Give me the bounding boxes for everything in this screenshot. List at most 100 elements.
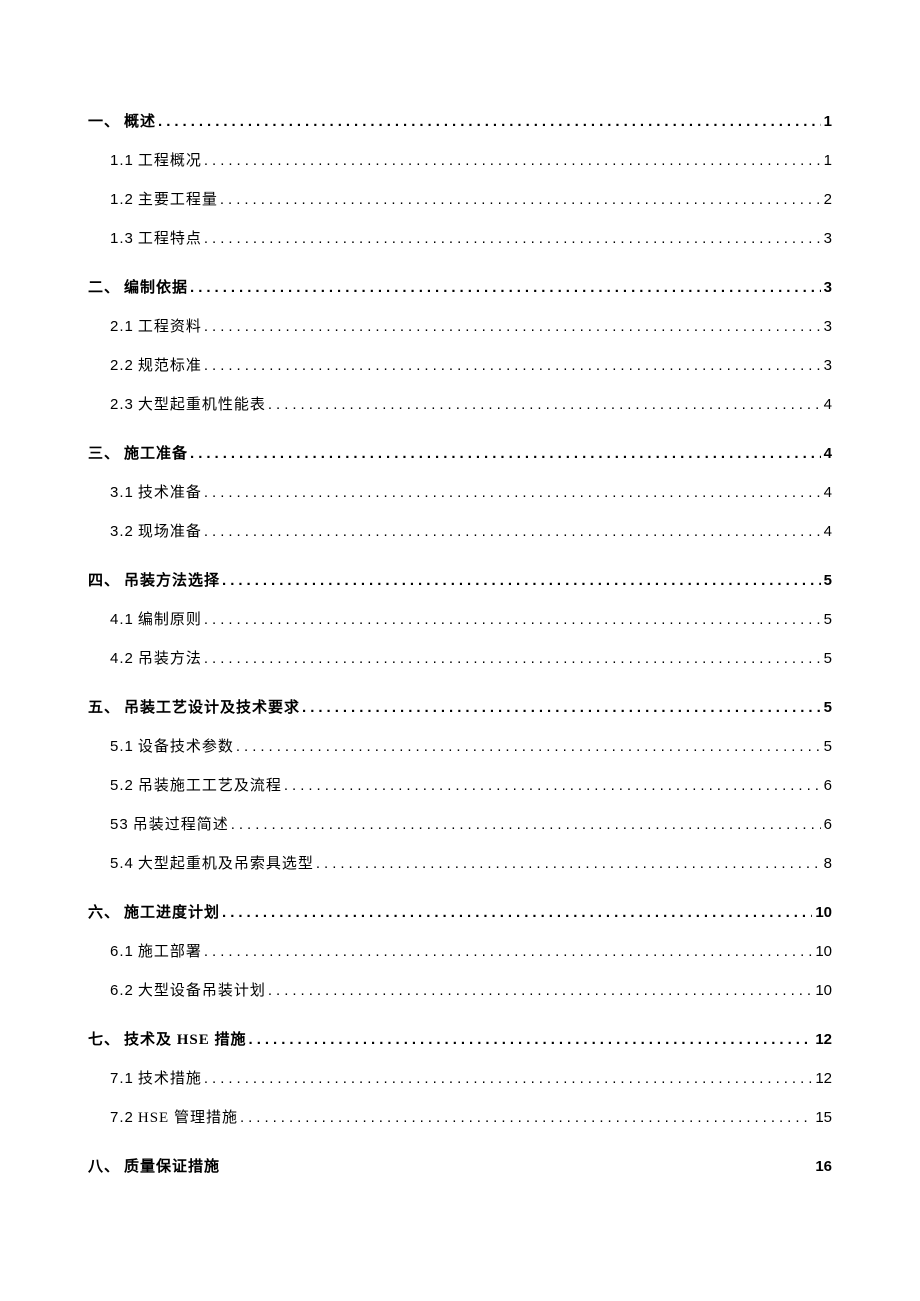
toc-leader [268,396,821,413]
toc-entry-page: 5 [822,611,832,628]
toc-entry: 6.2大型设备吊装计划10 [110,979,832,1000]
toc-leader [190,445,821,462]
toc-entry-title: 技术准备 [138,481,202,502]
toc-entry: 4.1编制原则 5 [110,608,832,629]
toc-entry: 6.1施工部署10 [110,940,832,961]
toc-entry-page: 6 [822,816,832,833]
toc-entry: 3.1技术准备4 [110,481,832,502]
toc-leader [236,738,821,755]
table-of-contents: 一、概述11.1工程概况11.2主要工程量21.3工程特点3二、编制依据32.1… [88,110,832,1176]
toc-entry-title: 施工进度计划 [124,901,220,922]
toc-entry: 53吊装过程简述 6 [110,813,832,834]
toc-entry-number: 4.1 [110,611,134,628]
toc-entry: 八、质量保证措施16 [88,1155,832,1176]
toc-entry-page: 5 [822,650,832,667]
toc-entry-page: 5 [822,699,832,716]
toc-leader [204,357,821,374]
toc-leader [204,152,821,169]
toc-entry-title: 编制原则 [138,608,202,629]
toc-entry: 三、施工准备4 [88,442,832,463]
toc-entry-title: 吊装过程简述 [133,813,229,834]
toc-entry-number: 八、 [88,1155,120,1176]
toc-entry: 六、施工进度计划 10 [88,901,832,922]
toc-entry-number: 5.1 [110,738,134,755]
toc-entry: 4.2吊装方法 5 [110,647,832,668]
toc-entry-number: 3.2 [110,523,134,540]
toc-entry-page: 15 [813,1109,832,1126]
toc-entry-page: 5 [822,738,832,755]
toc-entry-page: 6 [822,777,832,794]
toc-entry-page: 3 [822,318,832,335]
toc-entry-number: 六、 [88,901,120,922]
toc-entry-page: 10 [813,904,832,921]
toc-entry-number: 4.2 [110,650,134,667]
toc-entry: 3.2现场准备4 [110,520,832,541]
toc-entry-page: 3 [822,357,832,374]
toc-entry: 1.2主要工程量2 [110,188,832,209]
toc-leader [284,777,821,794]
toc-entry: 5.4大型起重机及吊索具选型8 [110,852,832,873]
toc-leader [268,982,812,999]
toc-entry-title: 吊装施工工艺及流程 [138,774,282,795]
toc-entry-page: 1 [822,152,832,169]
toc-entry-number: 1.2 [110,191,134,208]
toc-entry-title: 施工准备 [124,442,188,463]
toc-entry-page: 4 [822,396,832,413]
toc-entry-title: HSE 管理措施 [138,1106,238,1127]
toc-entry-title: 技术及 HSE 措施 [124,1028,247,1049]
toc-entry: 5.2吊装施工工艺及流程 6 [110,774,832,795]
toc-leader [222,904,812,921]
toc-entry: 二、编制依据3 [88,276,832,297]
toc-leader [316,855,821,872]
toc-entry-number: 2.2 [110,357,134,374]
toc-leader [204,523,821,540]
toc-entry: 五、吊装工艺设计及技术要求 5 [88,696,832,717]
toc-leader [204,484,821,501]
toc-entry-number: 五、 [88,696,120,717]
toc-entry-number: 七、 [88,1028,120,1049]
toc-entry-title: 设备技术参数 [138,735,234,756]
toc-entry-title: 施工部署 [138,940,202,961]
toc-entry-number: 1.1 [110,152,134,169]
toc-entry: 2.1工程资料3 [110,315,832,336]
toc-leader [302,699,821,716]
toc-entry-title: 吊装工艺设计及技术要求 [124,696,300,717]
toc-leader [204,611,821,628]
toc-entry-number: 2.3 [110,396,134,413]
toc-entry-page: 3 [822,230,832,247]
toc-entry-number: 二、 [88,276,120,297]
toc-leader [220,191,821,208]
toc-entry-title: 吊装方法选择 [124,569,220,590]
toc-entry-title: 吊装方法 [138,647,202,668]
toc-leader [222,572,821,589]
toc-entry-title: 大型设备吊装计划 [138,979,266,1000]
toc-entry-page: 10 [813,982,832,999]
toc-entry-title: 规范标准 [138,354,202,375]
toc-entry-page: 12 [813,1070,832,1087]
toc-leader [204,1070,812,1087]
toc-entry-number: 53 [110,816,129,833]
toc-entry-number: 5.4 [110,855,134,872]
toc-leader [204,230,821,247]
toc-entry: 7.2HSE 管理措施 15 [110,1106,832,1127]
toc-entry: 一、概述1 [88,110,832,131]
toc-entry-title: 现场准备 [138,520,202,541]
toc-entry: 2.3大型起重机性能表4 [110,393,832,414]
toc-entry-number: 2.1 [110,318,134,335]
toc-entry-page: 2 [822,191,832,208]
toc-entry-title: 概述 [124,110,156,131]
toc-entry-number: 5.2 [110,777,134,794]
toc-entry-title: 大型起重机及吊索具选型 [138,852,314,873]
toc-entry-number: 7.2 [110,1109,134,1126]
toc-entry: 1.1工程概况1 [110,149,832,170]
toc-entry-number: 三、 [88,442,120,463]
toc-leader [249,1031,813,1048]
toc-entry: 四、吊装方法选择 5 [88,569,832,590]
toc-entry-page: 10 [813,943,832,960]
toc-entry-number: 3.1 [110,484,134,501]
toc-entry: 7.1技术措施12 [110,1067,832,1088]
toc-entry-number: 一、 [88,110,120,131]
toc-entry-page: 5 [822,572,832,589]
toc-entry-number: 四、 [88,569,120,590]
toc-entry-number: 7.1 [110,1070,134,1087]
